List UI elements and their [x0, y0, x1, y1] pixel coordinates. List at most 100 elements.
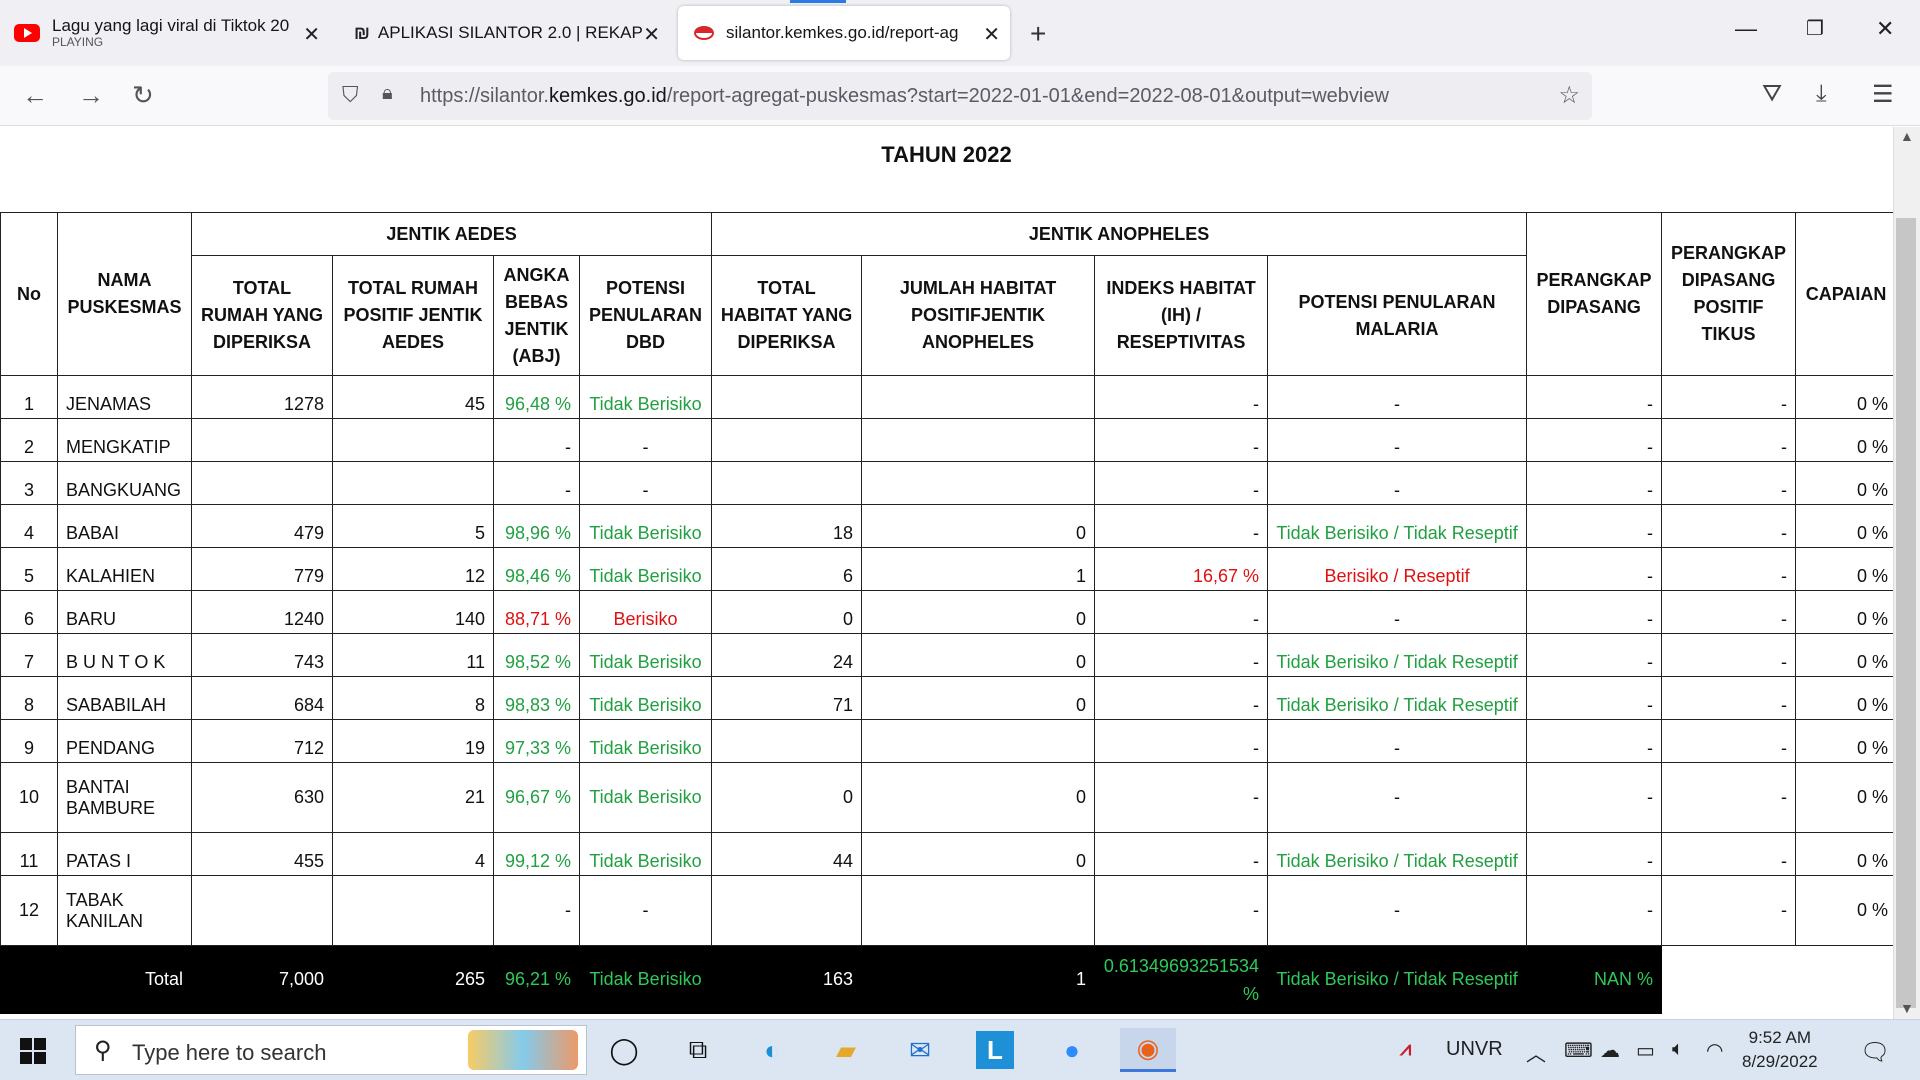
cell-perangkap: - [1526, 762, 1663, 833]
cell-abj: 88,71 % [493, 590, 580, 634]
tab-report-active[interactable]: silantor.kemkes.go.id/report-ag ✕ [678, 6, 1010, 60]
scroll-down-icon[interactable]: ▼ [1900, 1000, 1914, 1016]
onedrive-icon[interactable]: ☁ [1600, 1038, 1620, 1063]
close-tab-icon[interactable]: ✕ [303, 22, 320, 47]
kemkes-icon [694, 26, 714, 40]
restore-icon[interactable]: ❐ [1806, 16, 1824, 41]
total-indeks: 0.61349693251534 % [1094, 945, 1269, 1014]
cell-nama: BANTAI BAMBURE [57, 762, 192, 833]
search-icon: ⚲ [94, 1037, 112, 1064]
volume-icon[interactable]: 🔈︎ [1672, 1038, 1684, 1061]
header-group-aedes: JENTIK AEDES [190, 212, 713, 256]
menu-icon[interactable]: ☰ [1872, 80, 1894, 109]
cell-rumah [191, 875, 333, 946]
wifi-icon[interactable]: ◠ [1706, 1038, 1723, 1063]
clock-time: 9:52 AM [1748, 1028, 1811, 1047]
forward-icon[interactable]: → [78, 80, 104, 111]
cell-perangkap-positif: - [1661, 633, 1797, 677]
cell-dbd: Tidak Berisiko [578, 832, 713, 876]
cell-indeks: - [1094, 461, 1269, 505]
youtube-icon [14, 24, 40, 42]
cell-no: 9 [0, 719, 58, 763]
battery-icon[interactable]: ▭ [1636, 1038, 1655, 1063]
page-content: TAHUN 2022 No NAMA PUSKESMAS JENTIK AEDE… [0, 127, 1893, 1019]
cell-capaian: 0 % [1795, 375, 1893, 419]
tab-silantor[interactable]: ₪ APLIKASI SILANTOR 2.0 | REKAP ✕ [340, 0, 670, 66]
cell-abj: 96,48 % [493, 375, 580, 419]
stock-ticker[interactable]: UNVR [1446, 1038, 1503, 1061]
task-view-icon[interactable]: ⧉ [676, 1028, 720, 1072]
pocket-icon[interactable]: ⛛ [1762, 80, 1782, 108]
cell-malaria: - [1267, 590, 1528, 634]
cell-jumlah: 1 [861, 547, 1096, 591]
download-icon[interactable]: ⤓ [1816, 80, 1827, 108]
table-row: 2 MENGKATIP - - - - - - 0 % [0, 418, 1893, 462]
cell-jumlah [861, 719, 1096, 763]
notification-icon[interactable]: 🗨︎ [1860, 1038, 1890, 1067]
clock[interactable]: 9:52 AM 8/29/2022 [1742, 1026, 1818, 1074]
cell-abj: - [493, 418, 580, 462]
stock-widget-icon[interactable]: ⩘ [1400, 1038, 1411, 1061]
cell-positif: 8 [332, 676, 494, 720]
lock-icon[interactable]: 🔒︎ [382, 82, 393, 105]
close-tab-icon[interactable]: ✕ [643, 22, 660, 47]
shield-icon[interactable]: ⛉ [342, 82, 359, 108]
cell-indeks: - [1094, 832, 1269, 876]
cell-perangkap: - [1526, 676, 1663, 720]
cell-perangkap: - [1526, 719, 1663, 763]
cell-no: 1 [0, 375, 58, 419]
tab-bar: Lagu yang lagi viral di Tiktok 20 PLAYIN… [0, 0, 1920, 66]
cell-perangkap: - [1526, 547, 1663, 591]
meet-now-icon[interactable]: ⌨ [1564, 1038, 1593, 1063]
cell-rumah: 712 [191, 719, 333, 763]
cell-habitat: 6 [711, 547, 863, 591]
back-icon[interactable]: ← [22, 80, 48, 111]
cell-no: 10 [0, 762, 58, 833]
minimize-icon[interactable]: — [1735, 16, 1757, 42]
silantor-icon: ₪ [354, 22, 370, 43]
cell-no: 8 [0, 676, 58, 720]
close-window-icon[interactable]: ✕ [1876, 16, 1894, 42]
cell-perangkap-positif: - [1661, 719, 1797, 763]
scroll-up-icon[interactable]: ▲ [1900, 128, 1914, 144]
url-text[interactable]: https://silantor.kemkes.go.id/report-agr… [420, 85, 1389, 108]
chevron-up-icon[interactable]: ︿ [1526, 1038, 1546, 1067]
cell-habitat: 18 [711, 504, 863, 548]
cell-no: 4 [0, 504, 58, 548]
total-label: Total [0, 945, 192, 1014]
cell-perangkap: - [1526, 633, 1663, 677]
cell-indeks: 16,67 % [1094, 547, 1269, 591]
taskbar-search[interactable]: ⚲ Type here to search [75, 1025, 587, 1075]
file-explorer-icon[interactable]: ▰ [824, 1028, 868, 1072]
header-total-habitat: TOTAL HABITAT YANG DIPERIKSA [711, 255, 863, 376]
cortana-icon[interactable]: ◯ [602, 1028, 646, 1072]
cell-perangkap-positif: - [1661, 832, 1797, 876]
new-tab-button[interactable]: + [1030, 18, 1046, 50]
windows-start-icon[interactable] [20, 1038, 46, 1064]
scrollbar-thumb[interactable] [1896, 218, 1916, 1008]
cell-abj: 99,12 % [493, 832, 580, 876]
tab-title: APLIKASI SILANTOR 2.0 | REKAP [377, 23, 643, 42]
firefox-icon[interactable]: ◉ [1120, 1028, 1176, 1072]
edge-icon[interactable]: ◐ [750, 1028, 794, 1072]
cell-capaian: 0 % [1795, 590, 1893, 634]
close-tab-icon[interactable]: ✕ [983, 22, 1000, 47]
cell-positif: 12 [332, 547, 494, 591]
bookmark-star-icon[interactable]: ☆ [1558, 81, 1580, 110]
cell-indeks: - [1094, 375, 1269, 419]
cell-no: 3 [0, 461, 58, 505]
tab-youtube[interactable]: Lagu yang lagi viral di Tiktok 20 PLAYIN… [0, 0, 330, 66]
zoom-icon[interactable]: ● [1050, 1028, 1094, 1072]
cell-positif: 140 [332, 590, 494, 634]
l-app-icon[interactable]: L [976, 1031, 1014, 1069]
total-capaian: NAN % [1526, 945, 1663, 1014]
cell-positif: 21 [332, 762, 494, 833]
cell-malaria: - [1267, 875, 1528, 946]
cell-capaian: 0 % [1795, 719, 1893, 763]
table-row: 4 BABAI 479 5 98,96 % Tidak Berisiko 18 … [0, 504, 1893, 548]
mail-icon[interactable]: ✉ [898, 1028, 942, 1072]
reload-icon[interactable]: ↻ [132, 80, 154, 111]
address-bar[interactable]: ⛉ 🔒︎ https://silantor.kemkes.go.id/repor… [328, 72, 1592, 120]
cell-jumlah: 0 [861, 633, 1096, 677]
cell-capaian: 0 % [1795, 832, 1893, 876]
